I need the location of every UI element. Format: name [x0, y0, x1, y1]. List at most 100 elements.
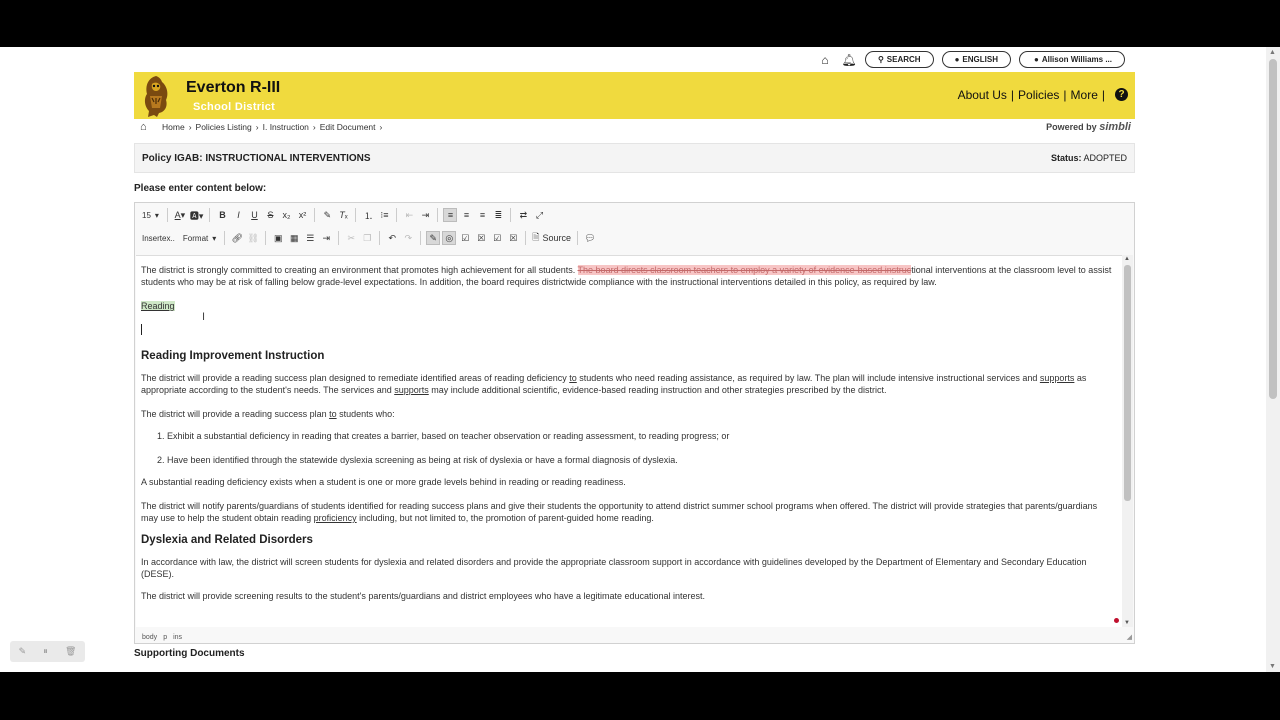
editor-content-area[interactable]: The district is strongly committed to cr…	[136, 255, 1123, 627]
superscript-icon[interactable]: x²	[295, 208, 309, 222]
image-icon[interactable]: ▣	[271, 231, 285, 245]
language-button[interactable]: ● ENGLISH	[941, 51, 1011, 68]
table-icon[interactable]: ▦	[287, 231, 301, 245]
user-name: Allison Williams ...	[1041, 55, 1112, 64]
text-color-icon[interactable]: A ▾	[173, 208, 187, 222]
banner-nav: About Us | Policies | More |	[958, 88, 1105, 102]
scroll-up-arrow[interactable]: ▲	[1124, 256, 1130, 262]
user-menu-button[interactable]: ● Allison Williams ...	[1018, 51, 1125, 68]
tracked-insertion[interactable]: Reading	[141, 301, 175, 311]
document-body[interactable]: The district is strongly committed to cr…	[141, 264, 1116, 602]
nav-about-us[interactable]: About Us	[958, 88, 1007, 102]
chevron-right-icon: ›	[379, 122, 383, 132]
copy-icon[interactable]: ❐	[360, 231, 374, 245]
list-item: Exhibit a substantial deficiency in read…	[167, 430, 1116, 442]
resize-handle-icon[interactable]: ◢	[1127, 633, 1132, 641]
background-color-icon[interactable]: 🅰︎▾	[189, 208, 205, 222]
comment-icon[interactable]: 💬︎	[583, 231, 597, 245]
bold-icon[interactable]: B	[215, 208, 229, 222]
element-path: body p ins	[142, 634, 182, 641]
breadcrumb-home[interactable]: Home	[162, 122, 185, 132]
breadcrumb: ⌂ Home › Policies Listing › I. Instructi…	[134, 119, 1135, 135]
horizontal-line-icon[interactable]: ☰	[303, 231, 317, 245]
rich-text-editor: 15 ▾ A ▾ 🅰︎▾ B I U S x₂ x² ✎ Tₓ ⒈ ⁝≡ ⇤ ⇥…	[134, 202, 1135, 644]
scroll-down-arrow[interactable]: ▼	[1269, 663, 1276, 670]
strikethrough-icon[interactable]: S	[263, 208, 277, 222]
font-size-select[interactable]: 15 ▾	[139, 208, 162, 222]
text-direction-icon[interactable]: ⇄	[516, 208, 530, 222]
track-changes-icon[interactable]: ✎	[426, 231, 441, 245]
policy-title: Policy IGAB: INSTRUCTIONAL INTERVENTIONS	[142, 153, 371, 164]
editor-scrollbar-thumb[interactable]	[1124, 265, 1131, 501]
path-p[interactable]: p	[163, 634, 167, 641]
nav-policies[interactable]: Policies	[1018, 88, 1059, 102]
maximize-icon[interactable]: ⤢	[532, 208, 546, 222]
cut-icon[interactable]: ✂	[344, 231, 358, 245]
align-center-icon[interactable]: ≡	[459, 208, 473, 222]
copy-format-icon[interactable]: ✎	[320, 208, 334, 222]
breadcrumb-policies-listing[interactable]: Policies Listing	[196, 122, 252, 132]
increase-indent-icon[interactable]: ⇥	[418, 208, 432, 222]
simbli-logo: simbli	[1099, 121, 1131, 133]
scroll-down-arrow[interactable]: ▼	[1124, 620, 1130, 626]
format-select[interactable]: Format ▾	[180, 231, 219, 245]
home-icon[interactable]: ⌂	[817, 53, 833, 67]
search-button[interactable]: ⚲ SEARCH	[864, 51, 934, 68]
tracked-word[interactable]: to	[329, 409, 337, 419]
pause-icon[interactable]: ⏸	[43, 646, 48, 657]
tracked-deletion[interactable]: The board directs classroom teachers to …	[577, 265, 912, 275]
decrease-indent-icon[interactable]: ⇤	[402, 208, 416, 222]
breadcrumb-instruction[interactable]: I. Instruction	[263, 122, 309, 132]
help-icon[interactable]: ?	[1115, 88, 1128, 101]
scroll-up-arrow[interactable]: ▲	[1269, 49, 1276, 56]
reject-all-icon[interactable]: ☒	[506, 231, 520, 245]
source-button[interactable]: 🗎︎ Source	[531, 231, 572, 245]
user-icon: ●	[1033, 55, 1039, 64]
reject-change-icon[interactable]: ☒	[474, 231, 488, 245]
district-logo[interactable]	[140, 74, 172, 118]
remove-format-icon[interactable]: Tₓ	[336, 208, 350, 222]
editor-scrollbar[interactable]: ▲ ▼	[1122, 255, 1133, 627]
bell-icon[interactable]: 🔔︎	[841, 53, 857, 67]
top-utility-bar: ⌂ 🔔︎ ⚲ SEARCH ● ENGLISH ● Allison Willia…	[134, 47, 1135, 72]
criteria-list: Exhibit a substantial deficiency in read…	[167, 430, 1116, 466]
edit-icon[interactable]: ✎	[19, 646, 27, 657]
accept-all-icon[interactable]: ☑	[490, 231, 504, 245]
page-break-icon[interactable]: ⇥	[319, 231, 333, 245]
italic-icon[interactable]: I	[231, 208, 245, 222]
tracked-word[interactable]: supports	[394, 385, 429, 395]
show-changes-icon[interactable]: ◎	[442, 231, 457, 245]
path-body[interactable]: body	[142, 634, 157, 641]
text-run: including, but not limited to, the promo…	[356, 513, 654, 523]
source-icon: 🗎︎	[532, 232, 540, 242]
align-left-icon[interactable]: ≡	[443, 208, 458, 222]
subscript-icon[interactable]: x₂	[279, 208, 293, 222]
trash-icon[interactable]: 🗑︎	[65, 646, 76, 657]
tracked-word[interactable]: to	[569, 373, 577, 383]
insert-text-select[interactable]: Insertex..	[139, 231, 178, 245]
tracked-word[interactable]: proficiency	[314, 513, 357, 523]
text-run: may include additional scientific, evide…	[428, 385, 887, 395]
unlink-icon[interactable]: ⛓	[246, 231, 260, 245]
link-icon[interactable]: 🔗︎	[230, 231, 244, 245]
notification-dot	[1114, 618, 1119, 623]
chevron-down-icon: ▾	[154, 210, 159, 220]
powered-by-label: Powered by	[1046, 122, 1097, 132]
bulleted-list-icon[interactable]: ⁝≡	[377, 208, 391, 222]
align-right-icon[interactable]: ≡	[475, 208, 489, 222]
breadcrumb-home-icon[interactable]: ⌂	[140, 121, 147, 133]
underline-icon[interactable]: U	[247, 208, 261, 222]
redo-icon[interactable]: ↷	[401, 231, 415, 245]
page-scrollbar[interactable]: ▲ ▼	[1266, 47, 1280, 672]
status-value: ADOPTED	[1083, 153, 1127, 163]
format-label: Format	[182, 233, 209, 243]
numbered-list-icon[interactable]: ⒈	[361, 208, 375, 222]
undo-icon[interactable]: ↶	[385, 231, 399, 245]
page-scrollbar-thumb[interactable]	[1269, 59, 1277, 399]
tracked-word[interactable]: supports	[1040, 373, 1075, 383]
nav-more[interactable]: More	[1071, 88, 1098, 102]
justify-icon[interactable]: ≣	[491, 208, 505, 222]
accept-change-icon[interactable]: ☑	[458, 231, 472, 245]
powered-by[interactable]: Powered by simbli	[1046, 121, 1131, 133]
path-ins[interactable]: ins	[173, 634, 182, 641]
